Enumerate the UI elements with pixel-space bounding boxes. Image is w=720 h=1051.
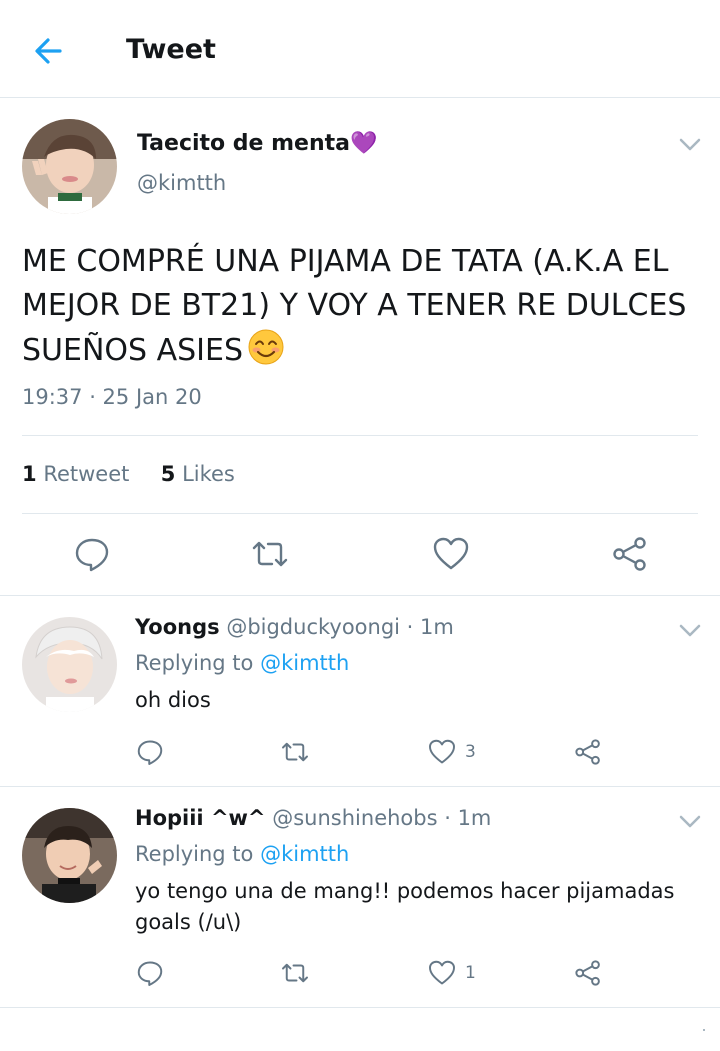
- avatar[interactable]: [22, 617, 117, 712]
- replying-to-link[interactable]: @kimtth: [260, 842, 349, 866]
- user-handle[interactable]: @kimtth: [137, 171, 226, 195]
- tweet-body: ME COMPRÉ UNA PIJAMA DE TATA (A.K.A EL M…: [22, 240, 692, 373]
- chevron-down-icon: [679, 624, 701, 637]
- engagement-stats: 1 Retweet 5 Likes: [22, 462, 235, 486]
- chevron-down-icon: [679, 815, 701, 828]
- more-options-button[interactable]: [678, 623, 702, 639]
- comment-icon: [137, 961, 163, 986]
- reply-tweet[interactable]: Yoongs @bigduckyoongi · 1m Replying to @…: [0, 597, 720, 787]
- more-options-button[interactable]: [678, 814, 702, 830]
- comment-icon: [75, 538, 109, 572]
- retweet-label[interactable]: Retweet: [43, 462, 129, 486]
- replying-to-link[interactable]: @kimtth: [260, 651, 349, 675]
- reply-author-name[interactable]: Yoongs: [135, 615, 220, 639]
- like-label[interactable]: Likes: [182, 462, 235, 486]
- reply-text: yo tengo una de mang!! podemos hacer pij…: [135, 879, 675, 934]
- page-title: Tweet: [126, 34, 216, 65]
- reply-tweet[interactable]: Hopiii ^w^ @sunshinehobs · 1m Replying t…: [0, 788, 720, 1008]
- main-tweet: Taecito de menta💜 @kimtth ME COMPRÉ UNA …: [0, 99, 720, 596]
- retweet-icon: [282, 742, 308, 762]
- arrow-left-icon: [35, 38, 62, 64]
- heart-icon: [429, 960, 455, 985]
- tweet-timestamp: 19:37 · 25 Jan 20: [22, 385, 202, 409]
- divider: [22, 513, 698, 514]
- avatar[interactable]: [22, 119, 117, 214]
- share-button[interactable]: [573, 957, 603, 989]
- retweet-count: 1: [22, 462, 37, 486]
- like-count: 3: [465, 742, 476, 762]
- replying-to: Replying to @kimtth: [135, 842, 349, 866]
- retweet-button[interactable]: [250, 534, 290, 574]
- like-button[interactable]: 3: [427, 736, 476, 768]
- scroll-indicator: [703, 1029, 705, 1031]
- comment-icon: [137, 740, 163, 765]
- reply-handle-time: @bigduckyoongi · 1m: [226, 615, 454, 639]
- reply-handle-time: @sunshinehobs · 1m: [272, 806, 492, 830]
- reply-text: oh dios: [135, 688, 211, 712]
- retweet-button[interactable]: [280, 736, 310, 768]
- smiling-face-emoji: [248, 329, 284, 365]
- reply-header: Hopiii ^w^ @sunshinehobs · 1m: [135, 806, 491, 830]
- back-button[interactable]: [30, 32, 68, 70]
- reply-author-name[interactable]: Hopiii ^w^: [135, 806, 266, 830]
- replying-to-label: Replying to: [135, 842, 254, 866]
- like-button[interactable]: 1: [427, 957, 476, 989]
- display-name[interactable]: Taecito de menta💜: [137, 131, 377, 156]
- retweet-icon: [252, 541, 288, 567]
- share-icon: [575, 960, 600, 986]
- replying-to: Replying to @kimtth: [135, 651, 349, 675]
- share-button[interactable]: [610, 534, 650, 574]
- reply-button[interactable]: [135, 957, 165, 989]
- retweet-icon: [282, 963, 308, 983]
- replying-to-label: Replying to: [135, 651, 254, 675]
- tweet-text: ME COMPRÉ UNA PIJAMA DE TATA (A.K.A EL M…: [22, 244, 687, 368]
- top-bar: Tweet: [0, 0, 720, 98]
- like-button[interactable]: [431, 534, 471, 574]
- share-button[interactable]: [573, 736, 603, 768]
- divider: [22, 435, 698, 436]
- heart-icon: [429, 739, 455, 764]
- retweet-button[interactable]: [280, 957, 310, 989]
- heart-icon: [433, 537, 469, 570]
- like-count: 5: [160, 462, 176, 486]
- reply-header: Yoongs @bigduckyoongi · 1m: [135, 615, 454, 639]
- share-icon: [613, 537, 646, 571]
- share-icon: [575, 739, 600, 765]
- reply-button[interactable]: [72, 534, 112, 574]
- avatar[interactable]: [22, 808, 117, 903]
- more-options-button[interactable]: [678, 137, 702, 153]
- chevron-down-icon: [679, 138, 701, 151]
- like-count: 1: [465, 963, 476, 983]
- reply-button[interactable]: [135, 736, 165, 768]
